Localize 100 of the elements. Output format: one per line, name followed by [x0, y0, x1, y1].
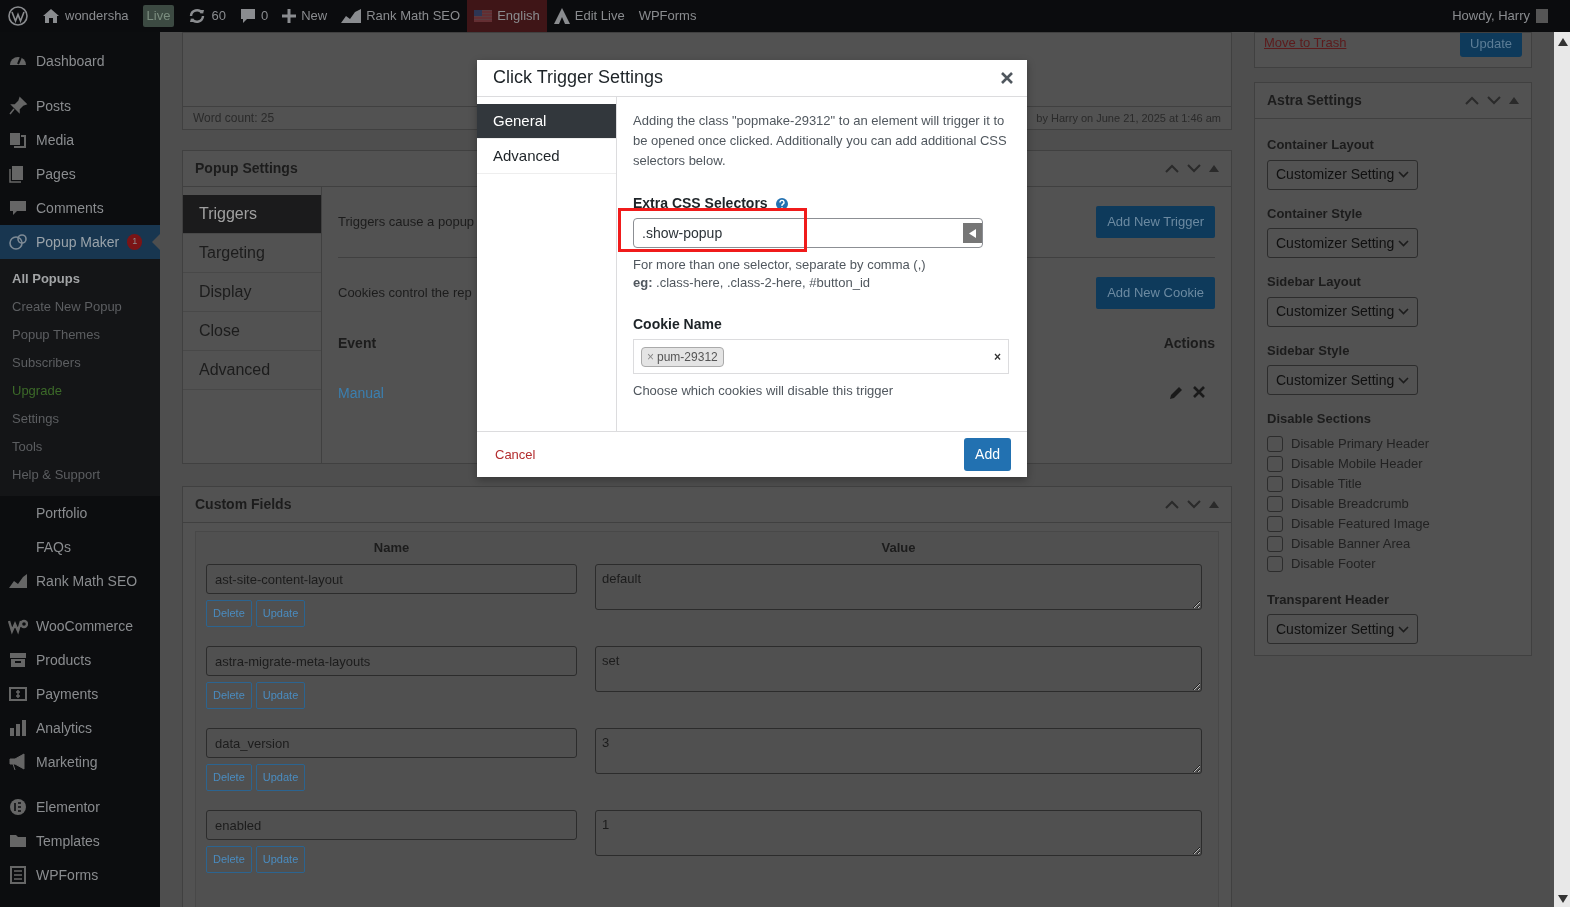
- sidebar-item[interactable]: Comments: [0, 191, 160, 225]
- sidebar-label[interactable]: Media: [36, 129, 75, 151]
- sidebar-label[interactable]: Analytics: [36, 717, 93, 739]
- submenu-item[interactable]: Help & Support: [0, 461, 160, 489]
- sidebar-label[interactable]: Products: [36, 649, 92, 671]
- description-text: Adding the class "popmake-29312" to an element will trigger it to be opened once clicked. Additionally you can add additional CSS selectors below.: [633, 112, 1008, 170]
- submenu-item[interactable]: Create New Popup: [0, 293, 160, 321]
- cancel-link[interactable]: Cancel: [495, 444, 536, 465]
- sidebar-label[interactable]: Elementor: [36, 796, 100, 818]
- sidebar-label[interactable]: Rank Math SEO: [36, 570, 138, 592]
- update-button[interactable]: Update: [1460, 33, 1522, 57]
- sidebar-item[interactable]: Dashboard: [0, 44, 160, 78]
- sidebar-label[interactable]: Comments: [36, 197, 104, 219]
- media-icon: [8, 130, 28, 150]
- checkbox[interactable]: [1267, 455, 1283, 472]
- submenu-item[interactable]: Upgrade: [0, 377, 160, 405]
- sidebar-item[interactable]: Rank Math SEO: [0, 564, 160, 598]
- logo-icon[interactable]: [8, 6, 28, 26]
- checkbox[interactable]: [1267, 555, 1283, 572]
- sidebar-label[interactable]: Posts: [36, 95, 71, 117]
- triangle-up-icon[interactable]: [1209, 501, 1219, 508]
- toolbar-link[interactable]: New: [301, 6, 328, 26]
- field-label: Cookie Name: [633, 315, 722, 334]
- sidebar-label[interactable]: Dashboard: [36, 50, 105, 72]
- toolbar-link[interactable]: WPForms: [638, 6, 697, 26]
- sidebar-item[interactable]: Portfolio: [0, 496, 160, 530]
- dialog-tab[interactable]: General: [477, 104, 616, 139]
- checkbox[interactable]: [1267, 475, 1283, 492]
- settings-tab[interactable]: Triggers: [183, 195, 321, 234]
- chevron-down-icon[interactable]: [1487, 96, 1501, 105]
- chevron-up-icon[interactable]: [1465, 96, 1479, 105]
- checkbox[interactable]: [1267, 495, 1283, 512]
- sidebar-item[interactable]: WooCommerce: [0, 609, 160, 643]
- chevron-down-icon: [1398, 171, 1409, 178]
- sidebar-item[interactable]: Analytics: [0, 711, 160, 745]
- sidebar-item[interactable]: Payments: [0, 677, 160, 711]
- sidebar-label[interactable]: Payments: [36, 683, 99, 705]
- sidebar-item[interactable]: Elementor: [0, 790, 160, 824]
- css-selector-field[interactable]: .show-popup: [633, 218, 983, 248]
- help-text: Choose which cookies will disable this trigger: [633, 382, 895, 400]
- chevron-down-icon[interactable]: [1187, 164, 1201, 173]
- scroll-up-icon[interactable]: [1558, 38, 1568, 46]
- avatar-placeholder[interactable]: [1536, 9, 1548, 23]
- help-text: eg: .class-here, .class-2-here, #button_id: [633, 274, 871, 292]
- sidebar-label[interactable]: Marketing: [36, 751, 98, 773]
- submenu-item[interactable]: Popup Themes: [0, 321, 160, 349]
- toolbar-link[interactable]: Edit Live: [574, 6, 625, 26]
- sidebar-item[interactable]: Pages: [0, 157, 160, 191]
- sidebar-item[interactable]: Products: [0, 643, 160, 677]
- checkbox[interactable]: [1267, 535, 1283, 552]
- submenu-item[interactable]: Subscribers: [0, 349, 160, 377]
- refresh-icon: [188, 8, 207, 24]
- add-trigger-button[interactable]: Add New Trigger: [1096, 206, 1215, 238]
- speech-bubble-icon: [239, 8, 256, 24]
- sidebar-label[interactable]: Popup Maker: [36, 231, 120, 253]
- toolbar-link[interactable]: 0: [260, 6, 269, 26]
- sidebar-item[interactable]: Popup Maker 1: [0, 225, 160, 259]
- cookie-select-field[interactable]: × pum-29312 ×: [633, 339, 1009, 374]
- language-menu[interactable]: English: [467, 0, 547, 32]
- sidebar-label[interactable]: FAQs: [36, 536, 71, 558]
- sidebar-item[interactable]: WPForms: [0, 858, 160, 892]
- sidebar-label[interactable]: Pages: [36, 163, 76, 185]
- help-icon[interactable]: [775, 197, 788, 210]
- add-button[interactable]: Add: [964, 438, 1011, 471]
- triangle-left-icon: [969, 228, 976, 238]
- toggle-button[interactable]: [963, 223, 982, 243]
- sidebar-item[interactable]: Templates: [0, 824, 160, 858]
- greeting-text[interactable]: Howdy, Harry: [1452, 6, 1530, 26]
- add-cookie-button[interactable]: Add New Cookie: [1096, 277, 1215, 309]
- remove-tag-button[interactable]: ×: [647, 347, 654, 366]
- toolbar-link[interactable]: 60: [211, 6, 226, 26]
- dialog-tab[interactable]: Advanced: [477, 139, 616, 174]
- triangle-icon: [553, 8, 570, 24]
- submenu-item[interactable]: Settings: [0, 405, 160, 433]
- sidebar-label[interactable]: Portfolio: [36, 502, 88, 524]
- flag-icon: [474, 10, 493, 22]
- sidebar-label[interactable]: Templates: [36, 830, 100, 852]
- triangle-up-icon[interactable]: [1509, 97, 1519, 104]
- close-button[interactable]: [999, 70, 1015, 86]
- sidebar-label[interactable]: WPForms: [36, 864, 99, 886]
- chevron-up-icon[interactable]: [1165, 164, 1179, 173]
- close-icon[interactable]: [1193, 386, 1205, 398]
- toolbar-link[interactable]: Rank Math SEO: [366, 6, 461, 26]
- scroll-down-icon[interactable]: [1558, 895, 1568, 903]
- sidebar-label[interactable]: WooCommerce: [36, 615, 133, 637]
- toolbar-link[interactable]: wondersha: [65, 6, 129, 26]
- chevron-up-icon[interactable]: [1165, 500, 1179, 509]
- pencil-icon[interactable]: [1169, 386, 1183, 400]
- clear-button[interactable]: ×: [994, 347, 1001, 366]
- submenu-item[interactable]: Tools: [0, 433, 160, 461]
- submenu-item[interactable]: All Popups: [0, 265, 160, 293]
- sidebar-item[interactable]: Posts: [0, 89, 160, 123]
- checkbox[interactable]: [1267, 435, 1283, 452]
- sidebar-item[interactable]: Media: [0, 123, 160, 157]
- chevron-down-icon: [1398, 239, 1409, 247]
- sidebar-item[interactable]: Marketing: [0, 745, 160, 779]
- triangle-up-icon[interactable]: [1209, 165, 1219, 172]
- chevron-down-icon[interactable]: [1187, 500, 1201, 509]
- sidebar-item[interactable]: FAQs: [0, 530, 160, 564]
- checkbox[interactable]: [1267, 515, 1283, 532]
